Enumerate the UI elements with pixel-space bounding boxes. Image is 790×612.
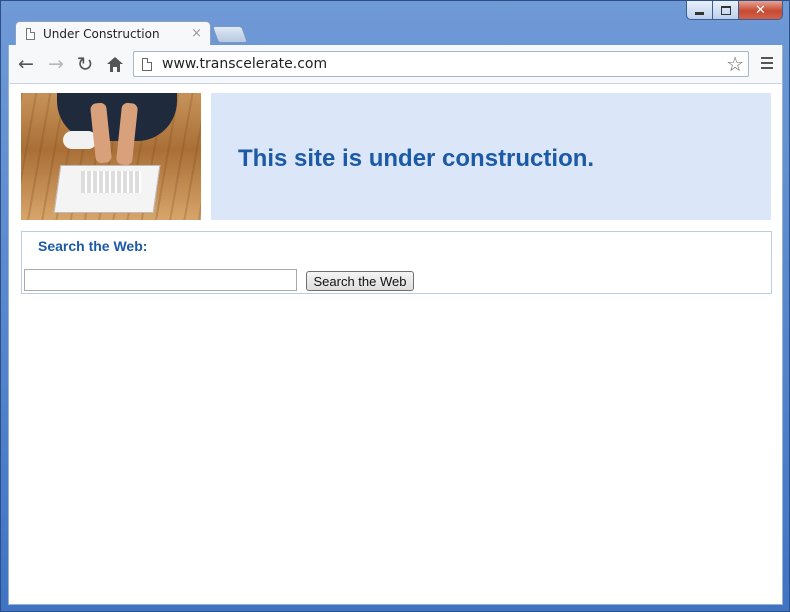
back-arrow-icon: ←	[18, 52, 34, 75]
address-bar[interactable]: www.transcelerate.com ☆	[133, 51, 749, 77]
maximize-icon	[720, 5, 731, 15]
home-button[interactable]	[104, 53, 126, 75]
menu-icon[interactable]	[761, 57, 773, 69]
search-heading: Search the Web:	[38, 238, 148, 254]
tab-under-construction[interactable]: Under Construction ×	[15, 21, 211, 45]
browser-window: ✕ Under Construction × ← → ↻ www.transce…	[0, 0, 790, 612]
minimize-button[interactable]	[686, 1, 713, 20]
banner-heading: This site is under construction.	[238, 145, 595, 172]
search-input[interactable]	[24, 269, 297, 291]
window-controls: ✕	[686, 1, 783, 21]
home-icon	[107, 56, 123, 72]
close-icon: ✕	[755, 2, 766, 18]
reload-button[interactable]: ↻	[74, 53, 96, 75]
page-icon	[26, 27, 35, 40]
tab-close-icon[interactable]: ×	[191, 26, 202, 41]
forward-button[interactable]: →	[45, 53, 67, 75]
page-icon	[142, 57, 152, 71]
search-panel: Search the Web: Search the Web	[21, 231, 772, 294]
reload-icon: ↻	[76, 52, 94, 76]
url-text[interactable]: www.transcelerate.com	[162, 56, 726, 72]
construction-banner: This site is under construction.	[211, 93, 771, 220]
minimize-icon	[695, 11, 704, 15]
tab-title: Under Construction	[43, 26, 160, 41]
search-web-button[interactable]: Search the Web	[306, 271, 414, 291]
forward-arrow-icon: →	[48, 52, 64, 75]
page-viewport: This site is under construction. Search …	[8, 83, 783, 605]
back-button[interactable]: ←	[15, 53, 37, 75]
tab-strip: Under Construction ×	[9, 17, 409, 45]
new-tab-button[interactable]	[211, 26, 249, 43]
close-window-button[interactable]: ✕	[739, 1, 783, 20]
browser-toolbar: ← → ↻ www.transcelerate.com ☆	[8, 45, 783, 83]
bookmark-star-icon[interactable]: ☆	[726, 54, 744, 74]
hero-image	[21, 93, 201, 220]
maximize-button[interactable]	[713, 1, 739, 20]
